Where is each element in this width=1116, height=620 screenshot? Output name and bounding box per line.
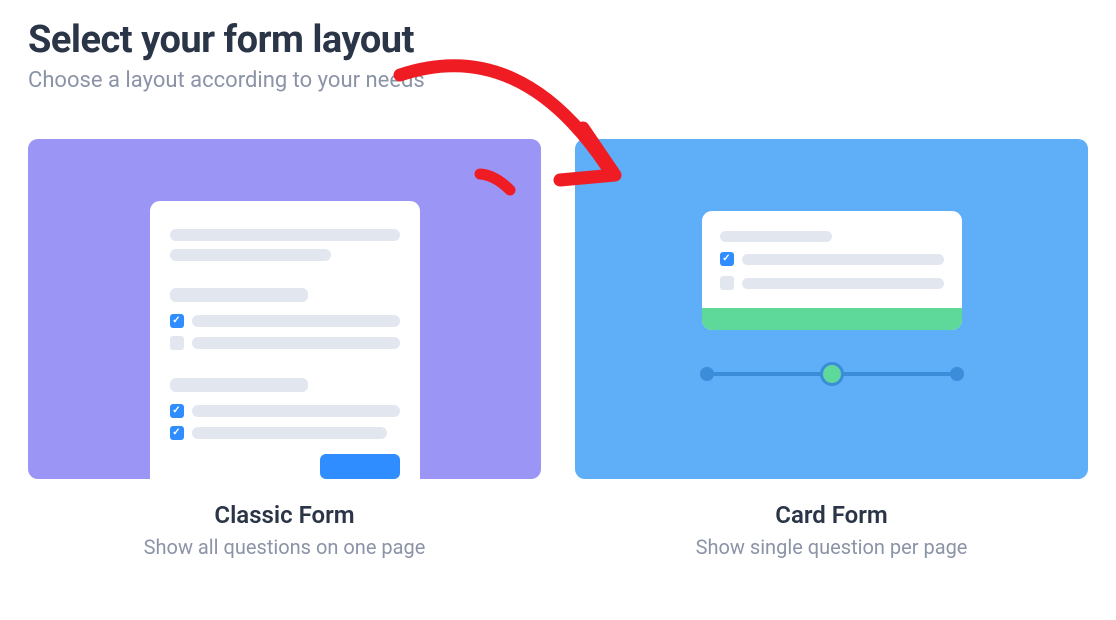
mock-line: [720, 231, 832, 242]
mock-submit-button: [320, 454, 400, 479]
option-label: Classic Form Show all questions on one p…: [28, 501, 541, 559]
option-label: Card Form Show single question per page: [575, 501, 1088, 559]
mock-line: [170, 288, 308, 302]
mock-line: [742, 254, 944, 265]
mock-check-row: [170, 336, 400, 350]
classic-desc: Show all questions on one page: [28, 535, 541, 559]
option-classic-form[interactable]: Classic Form Show all questions on one p…: [28, 139, 541, 559]
mock-line: [170, 378, 308, 392]
mock-check-row: [170, 426, 400, 440]
header: Select your form layout Choose a layout …: [0, 0, 1116, 93]
mock-line: [170, 249, 331, 261]
mock-line: [170, 229, 400, 241]
checkbox-checked-icon: [170, 404, 184, 418]
mock-line: [192, 315, 400, 327]
option-card-form[interactable]: Card Form Show single question per page: [575, 139, 1088, 559]
classic-title: Classic Form: [28, 501, 541, 529]
classic-sheet-mockup: [150, 201, 420, 479]
mock-check-row: [720, 276, 944, 290]
mock-line: [192, 405, 400, 417]
card-preview: [575, 139, 1088, 479]
mock-line: [742, 278, 944, 289]
classic-preview: [28, 139, 541, 479]
checkbox-checked-icon: [170, 426, 184, 440]
progress-dot: [950, 367, 964, 381]
mock-card-footer: [702, 308, 962, 330]
progress-indicator: [702, 372, 962, 376]
card-title: Card Form: [575, 501, 1088, 529]
page-title: Select your form layout: [28, 18, 1116, 62]
mock-line: [192, 337, 400, 349]
checkbox-checked-icon: [720, 252, 734, 266]
card-sheet-mockup: [702, 211, 962, 330]
layout-options: Classic Form Show all questions on one p…: [0, 93, 1116, 559]
progress-dot-active: [820, 362, 844, 386]
mock-check-row: [720, 252, 944, 266]
progress-dot: [700, 367, 714, 381]
page-subtitle: Choose a layout according to your needs: [28, 68, 1116, 93]
checkbox-empty-icon: [170, 336, 184, 350]
mock-check-row: [170, 404, 400, 418]
checkbox-empty-icon: [720, 276, 734, 290]
checkbox-checked-icon: [170, 314, 184, 328]
card-desc: Show single question per page: [575, 535, 1088, 559]
mock-check-row: [170, 314, 400, 328]
mock-line: [192, 427, 388, 439]
